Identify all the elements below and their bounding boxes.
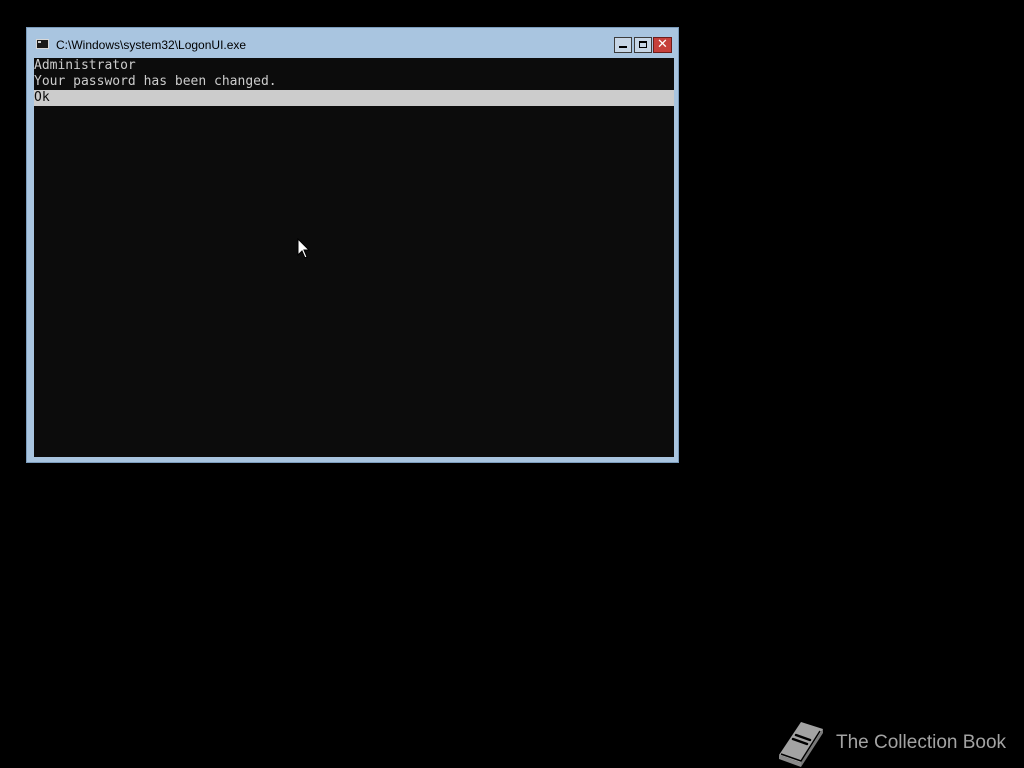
console-area[interactable]: Administrator Your password has been cha… [34,58,674,457]
desktop: C:\Windows\system32\LogonUI.exe ✕ Admini… [0,0,1024,768]
close-icon: ✕ [657,37,668,52]
minimize-icon [619,46,627,48]
logonui-console-window: C:\Windows\system32\LogonUI.exe ✕ Admini… [26,27,679,463]
maximize-icon [639,41,647,48]
close-button[interactable]: ✕ [653,37,672,53]
console-line-message: Your password has been changed. [34,74,277,89]
ok-option[interactable]: Ok [34,90,674,106]
window-titlebar[interactable]: C:\Windows\system32\LogonUI.exe ✕ [27,28,678,58]
mouse-pointer-icon [297,238,311,259]
watermark: The Collection Book [773,719,1013,767]
minimize-button[interactable] [614,37,632,53]
maximize-button[interactable] [634,37,652,53]
console-line-username: Administrator [34,58,136,73]
window-title: C:\Windows\system32\LogonUI.exe [56,38,247,52]
watermark-text: The Collection Book [836,732,1007,753]
book-icon [779,722,823,767]
console-app-icon[interactable] [36,39,49,49]
